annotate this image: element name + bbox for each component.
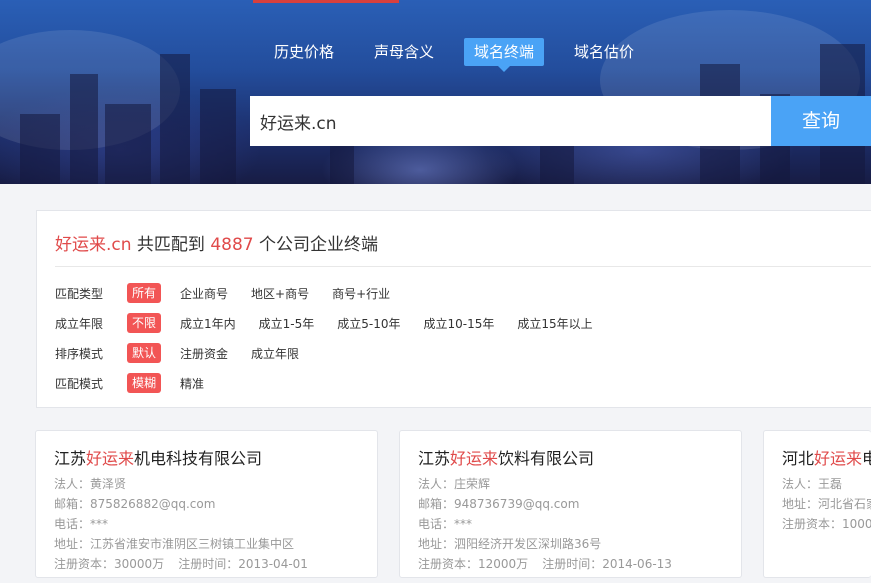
company-name-highlight: 好运来 xyxy=(814,449,863,468)
filter-option-unlimited[interactable]: 不限 xyxy=(127,313,162,333)
company-name-prefix: 江苏 xyxy=(418,449,451,468)
filter-option-default[interactable]: 默认 xyxy=(127,343,162,363)
summary-count: 4887 xyxy=(210,235,254,255)
skyline-building xyxy=(200,89,236,184)
filter-option-over-15-years[interactable]: 成立15年以上 xyxy=(517,315,592,332)
registered-capital: 注册资本：1000 xyxy=(782,517,871,531)
registration-time: 注册时间：2013-04-01 xyxy=(178,557,308,571)
legal-person: 法人：庄荣辉 xyxy=(418,477,491,491)
filter-label: 匹配类型 xyxy=(55,286,104,301)
filter-option-fuzzy[interactable]: 模糊 xyxy=(127,373,162,393)
registered-capital: 注册资本：12000万 xyxy=(418,557,529,571)
skyline-building xyxy=(20,114,60,184)
tab-domain-terminal[interactable]: 域名终端 xyxy=(464,38,545,72)
top-accent-bar xyxy=(253,0,399,3)
filter-row-match-type: 匹配类型 所有 企业商号 地区+商号 商号+行业 xyxy=(55,282,413,304)
filter-option-within-1-year[interactable]: 成立1年内 xyxy=(180,315,236,332)
company-name-suffix: 机电科技有限公司 xyxy=(134,449,263,468)
summary-text: 共匹配到 xyxy=(131,235,211,255)
capital-and-time: 注册资本：30000万 注册时间：2013-04-01 xyxy=(54,555,308,572)
phone: 电话：*** xyxy=(54,517,109,531)
filter-row-founded-years: 成立年限 不限 成立1年内 成立1-5年 成立5-10年 成立10-15年 成立… xyxy=(55,312,616,334)
company-name-highlight: 好运来 xyxy=(86,449,135,468)
company-name-prefix: 河北 xyxy=(782,449,815,468)
capital-and-time: 注册资本：12000万 注册时间：2014-06-13 xyxy=(418,555,672,572)
filter-option-company-name[interactable]: 企业商号 xyxy=(180,285,228,302)
skyline-building xyxy=(160,54,190,184)
filter-panel: 好运来.cn 共匹配到 4887 个公司企业终端 匹配类型 所有 企业商号 地区… xyxy=(36,210,871,408)
filter-label: 成立年限 xyxy=(55,316,104,331)
filter-option-1-5-years[interactable]: 成立1-5年 xyxy=(259,315,315,332)
company-card[interactable]: 江苏好运来饮料有限公司 法人：庄荣辉 邮箱：948736739@qq.com 电… xyxy=(399,430,742,578)
summary-suffix: 个公司企业终端 xyxy=(253,235,379,255)
company-name-prefix: 江苏 xyxy=(54,449,87,468)
tab-history-price[interactable]: 历史价格 xyxy=(264,38,344,66)
hero-banner xyxy=(0,0,871,184)
nav-tabs: 历史价格 声母含义 域名终端 域名估价 xyxy=(264,38,644,72)
filter-option-founded-years[interactable]: 成立年限 xyxy=(251,345,299,362)
filter-row-match-mode: 匹配模式 模糊 精准 xyxy=(55,372,227,394)
address: 地址：泗阳经济开发区深圳路36号 xyxy=(418,537,602,551)
tab-initials-meaning[interactable]: 声母含义 xyxy=(364,38,444,66)
divider xyxy=(55,266,871,267)
legal-person: 法人：王磊 xyxy=(782,477,843,491)
filter-option-5-10-years[interactable]: 成立5-10年 xyxy=(337,315,400,332)
summary-domain: 好运来.cn xyxy=(55,235,132,255)
result-summary: 好运来.cn 共匹配到 4887 个公司企业终端 xyxy=(55,230,378,255)
filter-label: 匹配模式 xyxy=(55,376,104,391)
email: 邮箱：875826882@qq.com xyxy=(54,497,216,511)
filter-option-region-name[interactable]: 地区+商号 xyxy=(251,285,309,302)
filter-option-registered-capital[interactable]: 注册资金 xyxy=(180,345,228,362)
company-name[interactable]: 江苏好运来饮料有限公司 xyxy=(418,445,594,469)
phone: 电话：*** xyxy=(418,517,473,531)
email: 邮箱：948736739@qq.com xyxy=(418,497,580,511)
company-name[interactable]: 江苏好运来机电科技有限公司 xyxy=(54,445,262,469)
skyline-building xyxy=(70,74,98,184)
company-name-suffix: 饮料有限公司 xyxy=(498,449,595,468)
skyline-building xyxy=(105,104,151,184)
legal-person: 法人：黄泽贤 xyxy=(54,477,127,491)
filter-label: 排序模式 xyxy=(55,346,104,361)
registered-capital: 注册资本：30000万 xyxy=(54,557,165,571)
filter-option-name-industry[interactable]: 商号+行业 xyxy=(332,285,390,302)
address: 地址：河北省石家 xyxy=(782,497,871,511)
filter-option-10-15-years[interactable]: 成立10-15年 xyxy=(424,315,495,332)
filter-row-sort-mode: 排序模式 默认 注册资金 成立年限 xyxy=(55,342,322,364)
search-button[interactable]: 查询 xyxy=(771,96,871,146)
company-name-highlight: 好运来 xyxy=(450,449,499,468)
search-input[interactable] xyxy=(250,96,771,146)
company-card[interactable]: 江苏好运来机电科技有限公司 法人：黄泽贤 邮箱：875826882@qq.com… xyxy=(35,430,378,578)
registration-time: 注册时间：2014-06-13 xyxy=(542,557,672,571)
company-name[interactable]: 河北好运来电 xyxy=(782,445,871,469)
tab-domain-valuation[interactable]: 域名估价 xyxy=(564,38,644,66)
filter-option-exact[interactable]: 精准 xyxy=(180,375,204,392)
address: 地址：江苏省淮安市淮阴区三树镇工业集中区 xyxy=(54,537,295,551)
filter-option-all[interactable]: 所有 xyxy=(127,283,162,303)
company-card[interactable]: 河北好运来电 法人：王磊 地址：河北省石家 注册资本：1000 xyxy=(763,430,871,578)
company-name-suffix: 电 xyxy=(862,449,871,468)
